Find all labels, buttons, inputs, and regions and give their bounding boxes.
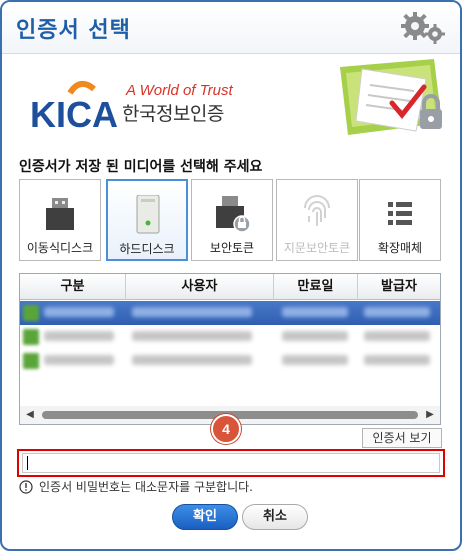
certificate-icon (23, 353, 39, 369)
table-header: 구분 사용자 만료일 발급자 (20, 274, 440, 300)
media-security-token-button[interactable]: 보안토큰 (191, 179, 273, 261)
column-header-expiry[interactable]: 만료일 (274, 274, 358, 300)
svg-text:KICA: KICA (30, 94, 118, 135)
table-row[interactable] (20, 301, 440, 325)
certificate-table: 구분 사용자 만료일 발급자 ◀ ▶ (19, 273, 441, 425)
security-token-icon (216, 196, 251, 233)
confirm-button[interactable]: 확인 (172, 504, 238, 530)
media-label: 보안토큰 (209, 241, 255, 255)
banner-slogan: A World of Trust (126, 82, 233, 99)
scroll-right-arrow-icon[interactable]: ▶ (424, 409, 436, 421)
fingerprint-icon (304, 195, 330, 226)
info-alert-icon (19, 480, 33, 494)
media-label: 하드디스크 (119, 242, 175, 256)
view-certificate-button[interactable]: 인증서 보기 (362, 428, 442, 448)
media-extended-button[interactable]: 확장매체 (359, 179, 441, 261)
settings-gear-icon[interactable] (398, 10, 448, 46)
certificate-password-input[interactable] (22, 453, 440, 473)
media-removable-disk-button[interactable]: 이동식디스크 (19, 179, 101, 261)
certificate-icon (23, 329, 39, 345)
banner-org-name: 한국정보인증 (122, 103, 224, 125)
scroll-left-arrow-icon[interactable]: ◀ (24, 409, 36, 421)
dialog-title: 인증서 선택 (16, 18, 131, 43)
media-selector: 이동식디스크 하드디스크 보안토큰 지문보안토큰 확장매체 (19, 179, 441, 261)
media-label: 이동식디스크 (26, 241, 94, 255)
table-row[interactable] (20, 325, 440, 349)
media-label: 지문보안토큰 (283, 241, 351, 255)
case-sensitivity-note: 인증서 비밀번호는 대소문자를 구분합니다. (39, 480, 253, 494)
column-header-type[interactable]: 구분 (20, 274, 126, 300)
certificate-select-dialog: 인증서 선택 KICA A World of Trust 한국정보인증 인증서가… (0, 0, 462, 551)
media-instruction: 인증서가 저장 된 미디어를 선택해 주세요 (19, 159, 263, 175)
media-fingerprint-token-button[interactable]: 지문보안토큰 (276, 179, 358, 261)
column-header-issuer[interactable]: 발급자 (358, 274, 440, 300)
column-header-user[interactable]: 사용자 (126, 274, 274, 300)
list-icon (388, 202, 412, 225)
media-hard-disk-button[interactable]: 하드디스크 (106, 179, 188, 261)
password-highlight-box (17, 449, 445, 477)
table-row[interactable] (20, 349, 440, 373)
certificate-folder-illustration-icon (340, 59, 442, 135)
step-number-badge: 4 (211, 414, 241, 444)
title-bar: 인증서 선택 (2, 2, 460, 54)
text-caret (27, 456, 28, 470)
media-label: 확장매체 (377, 241, 423, 255)
usb-drive-icon (46, 198, 74, 230)
kica-banner: KICA A World of Trust 한국정보인증 (4, 55, 458, 147)
hard-disk-icon (136, 195, 160, 234)
cancel-button[interactable]: 취소 (242, 504, 308, 530)
certificate-icon (23, 305, 39, 321)
